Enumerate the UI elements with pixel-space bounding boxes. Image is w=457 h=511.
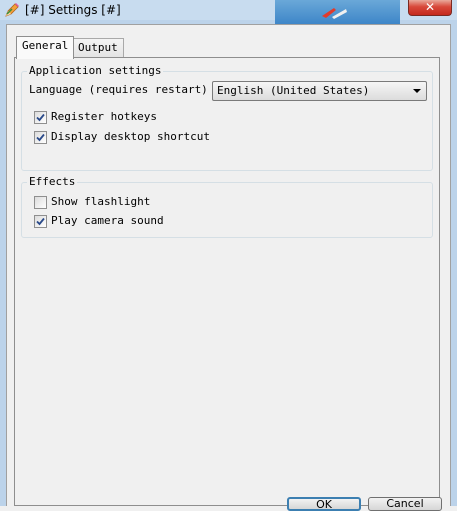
checkmark-icon bbox=[36, 113, 45, 122]
effects-title: Effects bbox=[27, 175, 78, 188]
ok-button[interactable]: OK bbox=[287, 497, 361, 511]
close-icon: ✕ bbox=[424, 0, 436, 14]
language-label: Language (requires restart) bbox=[29, 83, 208, 96]
tab-general[interactable]: General bbox=[16, 36, 75, 59]
chevron-down-icon bbox=[413, 89, 421, 93]
tab-output[interactable]: Output bbox=[72, 38, 124, 58]
tab-output-label: Output bbox=[78, 41, 118, 54]
tab-general-label: General bbox=[22, 39, 69, 52]
register-hotkeys-checkbox[interactable] bbox=[34, 111, 47, 124]
show-flashlight-checkbox[interactable] bbox=[34, 196, 47, 209]
play-camera-sound-checkbox[interactable] bbox=[34, 215, 47, 228]
checkmark-icon bbox=[36, 133, 45, 142]
checkmark-icon bbox=[36, 217, 45, 226]
display-desktop-shortcut-label[interactable]: Display desktop shortcut bbox=[51, 130, 210, 144]
cancel-button-label: Cancel bbox=[386, 497, 424, 510]
language-select[interactable]: English (United States) bbox=[212, 81, 427, 101]
desktop-decoration bbox=[322, 8, 347, 19]
close-button[interactable]: ✕ bbox=[408, 0, 452, 16]
effects-group bbox=[21, 182, 433, 238]
pencil-icon bbox=[5, 3, 19, 17]
cancel-button[interactable]: Cancel bbox=[368, 497, 442, 511]
register-hotkeys-label[interactable]: Register hotkeys bbox=[51, 110, 157, 124]
play-camera-sound-label[interactable]: Play camera sound bbox=[51, 214, 164, 228]
display-desktop-shortcut-checkbox[interactable] bbox=[34, 131, 47, 144]
application-settings-title: Application settings bbox=[27, 64, 164, 77]
show-flashlight-label[interactable]: Show flashlight bbox=[51, 195, 150, 209]
ok-button-label: OK bbox=[316, 498, 332, 511]
language-select-value: English (United States) bbox=[217, 84, 370, 97]
window-title: [#] Settings [#] bbox=[25, 3, 121, 17]
